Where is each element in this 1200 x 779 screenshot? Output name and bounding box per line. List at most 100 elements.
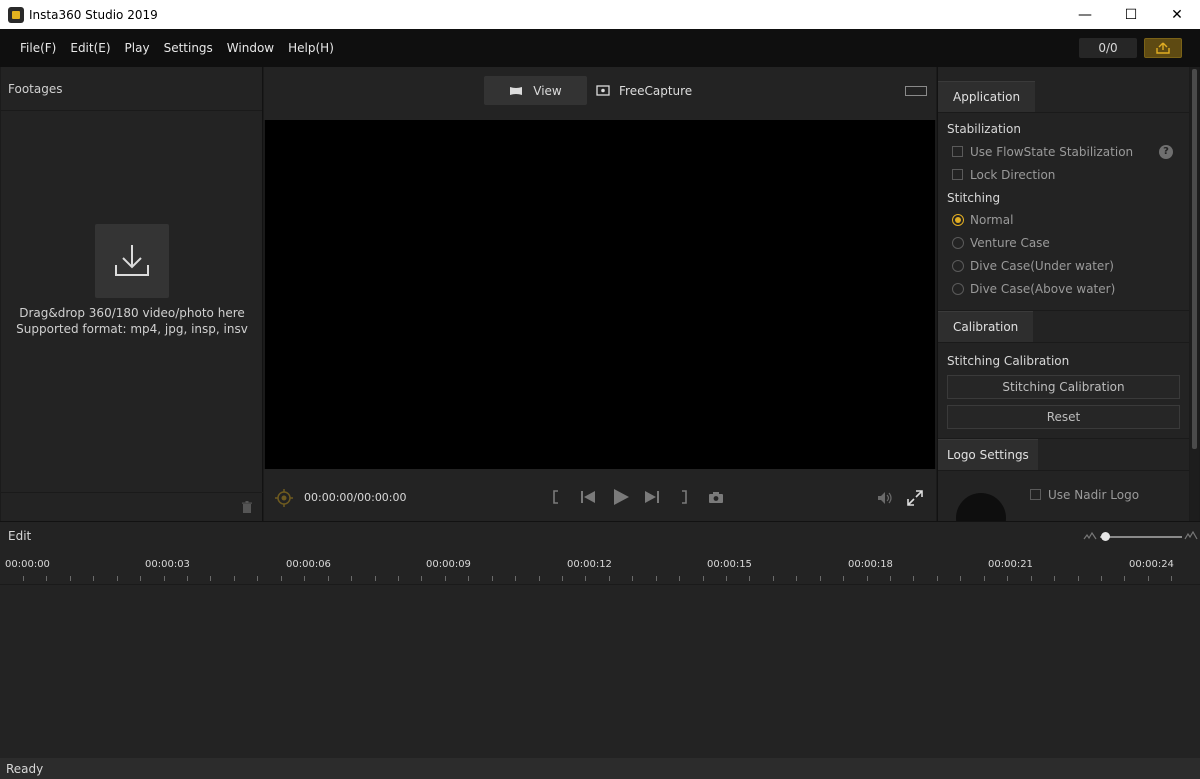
stitching-option-dive-above[interactable]: Dive Case(Above water) [938,277,1189,300]
ruler-label: 00:00:06 [286,559,331,570]
play-icon[interactable] [612,488,630,506]
timeline-ruler[interactable]: 00:00:00 00:00:03 00:00:06 00:00:09 00:0… [0,555,1200,585]
fullscreen-icon[interactable] [907,490,923,506]
dropzone-hint: Drag&drop 360/180 video/photo here Suppo… [1,305,263,337]
import-dropzone[interactable] [95,224,169,298]
ruler-tick [491,576,493,581]
lock-direction-option[interactable]: Lock Direction [938,163,1189,186]
tab-application[interactable]: Application [938,81,1036,112]
set-in-point-icon[interactable] [552,490,560,504]
maximize-button[interactable]: ☐ [1108,0,1154,29]
ruler-tick [1124,576,1126,581]
status-text: Ready [6,761,44,776]
export-icon [1156,42,1170,54]
stitching-calibration-button[interactable]: Stitching Calibration [947,375,1180,399]
ruler-tick [187,576,189,581]
menu-bar: File(F) Edit(E) Play Settings Window Hel… [0,29,1200,67]
radio-venture-case[interactable] [952,236,964,249]
skip-back-icon[interactable] [580,490,596,504]
ruler-tick [749,576,751,581]
ruler-tick [1171,576,1173,581]
video-preview[interactable] [265,120,935,469]
ruler-tick [210,576,212,581]
menu-file[interactable]: File(F) [13,41,63,55]
ruler-tick [351,576,353,581]
ruler-tick [1077,576,1079,581]
volume-icon[interactable] [877,491,893,505]
tab-logo-settings[interactable]: Logo Settings [938,439,1038,470]
footages-footer [1,492,263,521]
ruler-label: 00:00:03 [145,559,190,570]
export-counter: 0/0 [1079,38,1137,58]
ruler-tick [960,576,962,581]
ruler-tick [1147,576,1149,581]
playback-controls: 00:00:00/00:00:00 [264,469,936,521]
aspect-ratio-icon[interactable] [905,86,927,96]
ruler-label: 00:00:09 [426,559,471,570]
ruler-tick [819,576,821,581]
ruler-label: 00:00:12 [567,559,612,570]
lock-direction-label: Lock Direction [970,167,1056,182]
stitching-option-venture-case[interactable]: Venture Case [938,231,1189,254]
tab-view[interactable]: View [484,76,587,105]
menu-settings[interactable]: Settings [157,41,220,55]
ruler-tick [468,576,470,581]
stitching-option-dive-under[interactable]: Dive Case(Under water) [938,254,1189,277]
radio-normal[interactable] [952,213,964,226]
help-icon[interactable]: ? [1159,144,1173,159]
tab-freecapture-label: FreeCapture [619,83,693,98]
zoom-out-icon[interactable] [1083,531,1097,541]
ruler-tick [163,576,165,581]
ruler-tick [1030,576,1032,581]
ruler-tick [444,576,446,581]
tab-freecapture[interactable]: FreeCapture [596,76,696,105]
edit-timeline-panel: Edit 00:00:00 00:00:03 00:00:06 00:00:09… [0,521,1200,758]
ruler-tick [890,576,892,581]
minimize-button[interactable]: — [1062,0,1108,29]
flowstate-checkbox[interactable] [952,146,963,157]
settings-scroll-thumb[interactable] [1192,69,1197,449]
ruler-tick [233,576,235,581]
ruler-tick [702,576,704,581]
timeline-zoom-handle[interactable] [1101,532,1110,541]
freecapture-icon [596,85,610,96]
ruler-tick [421,576,423,581]
export-button[interactable] [1144,38,1182,58]
stitching-option-label: Normal [970,212,1014,227]
snapshot-camera-icon[interactable] [708,491,724,504]
stitching-calibration-label: Stitching Calibration [947,354,1070,368]
stabilization-label: Stabilization [947,122,1021,136]
stitching-option-normal[interactable]: Normal [938,208,1189,231]
menu-edit[interactable]: Edit(E) [63,41,117,55]
lock-direction-checkbox[interactable] [952,169,963,180]
keyframe-target-icon[interactable] [274,488,294,508]
ruler-tick [936,576,938,581]
nadir-logo-checkbox[interactable] [1030,489,1041,500]
ruler-tick [679,576,681,581]
trash-icon[interactable] [241,501,253,513]
close-button[interactable]: ✕ [1154,0,1200,29]
ruler-tick [866,576,868,581]
set-out-point-icon[interactable] [680,490,688,504]
nadir-logo-option[interactable]: Use Nadir Logo [1016,483,1139,506]
menu-play[interactable]: Play [118,41,157,55]
ruler-label: 00:00:21 [988,559,1033,570]
reset-button[interactable]: Reset [947,405,1180,429]
status-bar: Ready [0,758,1200,779]
tab-view-label: View [533,83,562,98]
menu-window[interactable]: Window [220,41,281,55]
ruler-tick [983,576,985,581]
radio-dive-above[interactable] [952,282,964,295]
timeline-zoom-slider[interactable] [1100,536,1182,538]
flowstate-option[interactable]: Use FlowState Stabilization ? [938,140,1189,163]
ruler-tick [374,576,376,581]
ruler-tick [1007,576,1009,581]
settings-scrollbar[interactable] [1190,67,1199,521]
zoom-in-icon[interactable] [1184,531,1198,541]
nadir-logo-label: Use Nadir Logo [1048,487,1140,502]
tab-calibration[interactable]: Calibration [938,311,1034,342]
menu-help[interactable]: Help(H) [281,41,341,55]
radio-dive-under[interactable] [952,259,964,272]
nadir-logo-preview [956,493,1006,521]
skip-forward-icon[interactable] [644,490,660,504]
